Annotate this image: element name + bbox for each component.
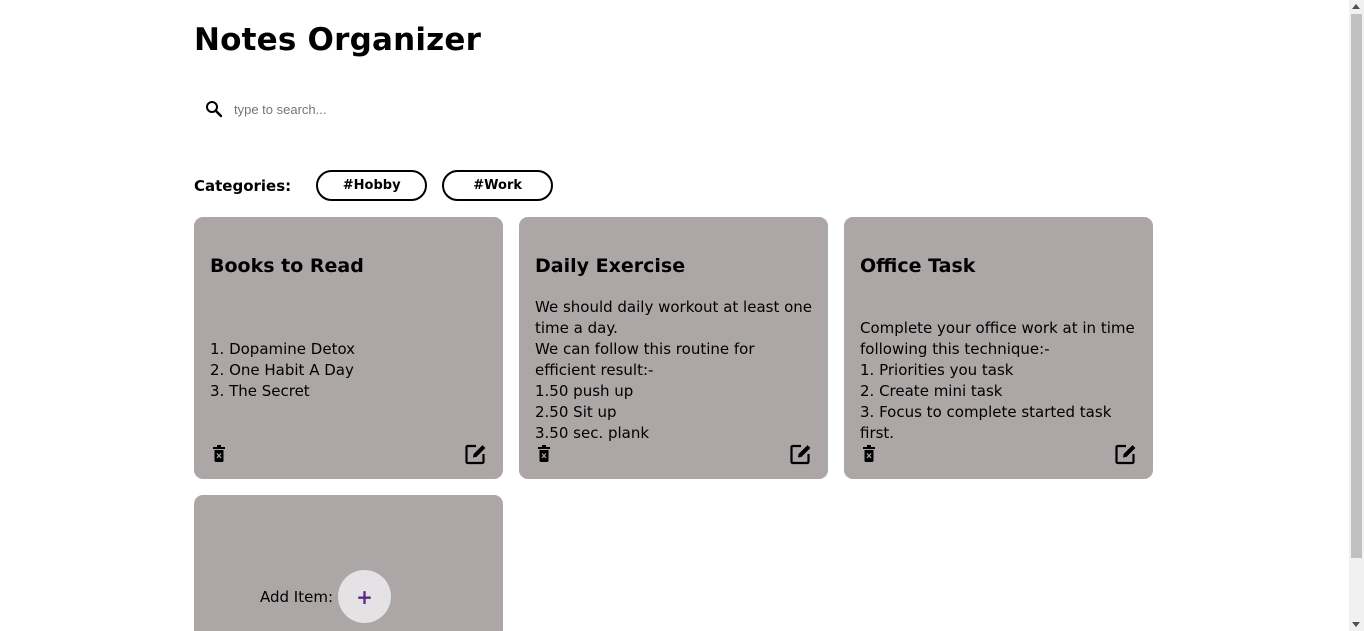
note-body: Complete your office work at in time fol…: [860, 319, 1135, 442]
edit-icon[interactable]: [790, 443, 812, 465]
notes-page: Notes Organizer Categories: #Hobby #Work…: [0, 0, 1364, 631]
note-body: We should daily workout at least one tim…: [535, 298, 813, 442]
edit-icon[interactable]: [465, 443, 487, 465]
scroll-up-icon[interactable]: [1352, 4, 1360, 9]
search-icon: [202, 97, 226, 121]
note-card: Office Task Complete your office work at…: [844, 217, 1153, 479]
note-body: 1. Dopamine Detox 2. One Habit A Day 3. …: [210, 340, 356, 400]
trash-icon[interactable]: [537, 444, 553, 464]
categories-bar: Categories: #Hobby #Work: [194, 170, 568, 201]
note-card: Daily Exercise We should daily workout a…: [519, 217, 828, 479]
note-title: Daily Exercise: [535, 255, 686, 277]
note-title: Office Task: [860, 255, 976, 277]
note-card: Books to Read 1. Dopamine Detox 2. One H…: [194, 217, 503, 479]
search-input[interactable]: [232, 100, 596, 118]
add-item-button[interactable]: +: [338, 570, 391, 623]
scroll-down-icon[interactable]: [1352, 622, 1360, 627]
page-title: Notes Organizer: [194, 22, 482, 58]
search-bar: [194, 92, 614, 126]
category-chip-hobby[interactable]: #Hobby: [316, 170, 428, 201]
categories-label: Categories:: [194, 176, 292, 195]
scrollbar-thumb[interactable]: [1351, 14, 1362, 558]
note-title: Books to Read: [210, 255, 364, 277]
trash-icon[interactable]: [212, 444, 228, 464]
edit-icon[interactable]: [1115, 443, 1137, 465]
vertical-scrollbar[interactable]: [1349, 0, 1364, 631]
trash-icon[interactable]: [862, 444, 878, 464]
add-note-card: Add Item: +: [194, 495, 503, 631]
category-chip-work[interactable]: #Work: [442, 170, 554, 201]
add-item-label: Add Item:: [260, 588, 334, 606]
